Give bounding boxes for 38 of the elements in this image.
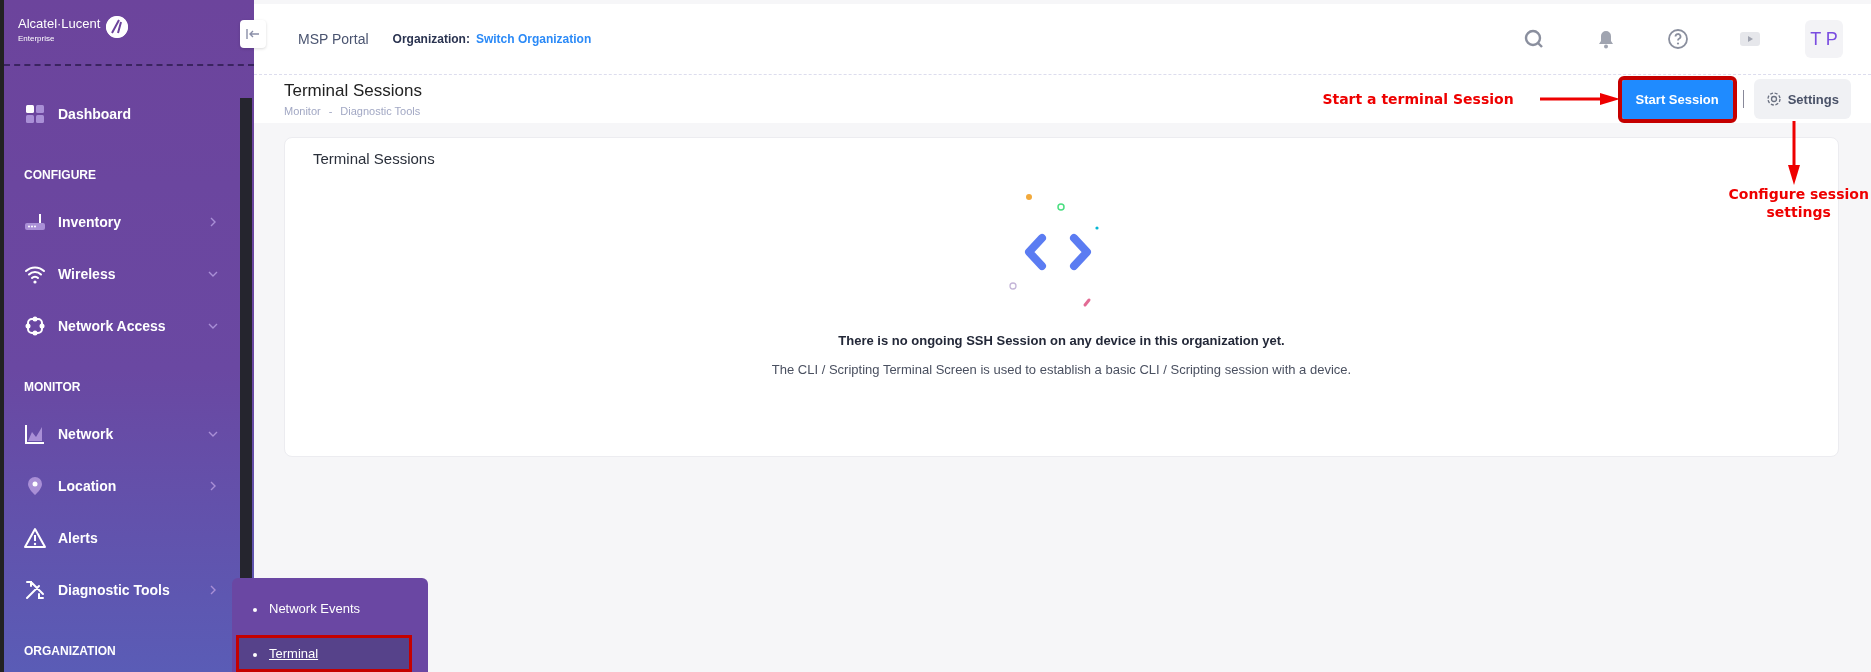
network-icon [24,315,46,337]
nav-item[interactable]: Wireless [4,248,240,300]
help-icon[interactable] [1667,28,1689,50]
breadcrumb-separator: - [328,105,333,117]
wifi-icon [24,263,46,285]
dashboard-icon [24,103,46,125]
section-heading: ORGANIZATION [23,643,117,660]
annotation-arrow [1786,121,1801,185]
card-title: Terminal Sessions [313,150,435,167]
organization-label: Organization: [392,32,470,46]
nav-item[interactable]: Inventory [4,196,240,248]
annotation-text: Configure session settings [1727,185,1870,221]
search-icon[interactable] [1523,28,1545,50]
router-icon [24,211,46,233]
annotation-text: Start a terminal Session [1322,91,1514,107]
section-heading: CONFIGURE [23,167,97,184]
portal-title: MSP Portal [298,31,369,47]
warning-icon [24,527,46,549]
empty-state-description: The CLI / Scripting Terminal Screen is used to establish a basic CLI / Scripting session with a device. [771,362,1352,377]
settings-button[interactable]: Settings [1753,79,1851,119]
nav-item[interactable]: Network [4,408,240,460]
collapse-arrow-icon [246,28,260,40]
user-avatar[interactable]: T P [1805,20,1843,58]
switch-organization-link[interactable]: Switch Organization [475,32,592,46]
gear-icon [1765,91,1782,107]
nav-item[interactable]: Dashboard [4,88,240,140]
collapse-button[interactable] [240,20,266,48]
logo-icon [106,16,129,38]
nav-item[interactable]: Location [4,460,240,512]
empty-state-message: There is no ongoing SSH Session on any device in this organization yet. [838,333,1285,348]
section-heading: MONITOR [23,379,82,396]
nav-item[interactable]: Alerts [4,512,240,564]
submenu-item[interactable]: Terminal [236,635,412,672]
brand-logo: Alcatel·Lucent Enterprise [18,16,101,45]
chart-icon [24,423,46,445]
nav-item[interactable]: Network Access [4,300,240,352]
page-title: Terminal Sessions [284,81,422,101]
tools-icon [24,579,46,601]
